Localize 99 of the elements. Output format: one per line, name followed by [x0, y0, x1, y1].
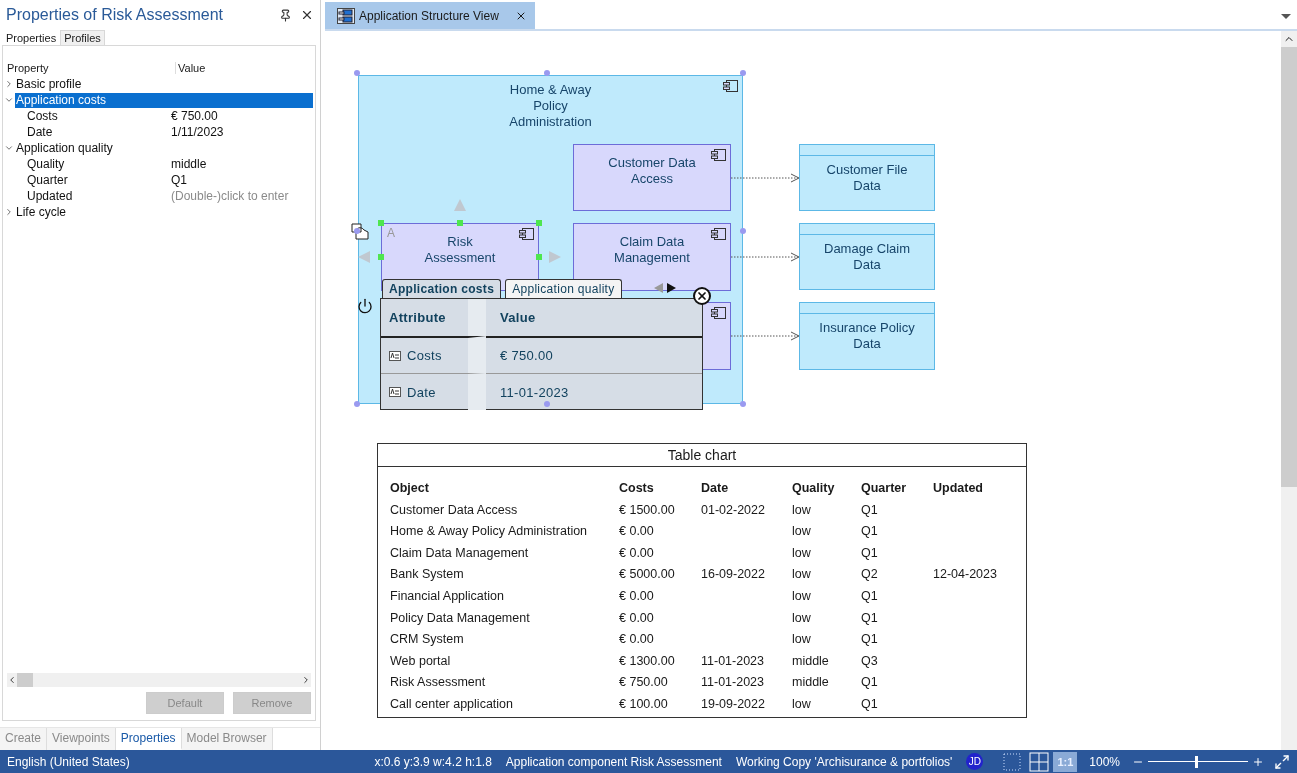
table-cell-text: € 100.00: [619, 695, 669, 713]
table-cell-text: low: [792, 566, 812, 584]
component-node[interactable]: Customer Data Access: [573, 144, 731, 211]
geometry-status: x:0.6 y:3.9 w:4.2 h:1.8: [374, 754, 492, 769]
property-value: 1/11/2023: [171, 125, 224, 139]
table-cell-text: Q3: [861, 652, 879, 670]
property-placeholder[interactable]: (Double-)click to enter: [171, 189, 289, 203]
column-header: Value: [175, 62, 278, 74]
table-cell-text: Financial Application: [390, 587, 505, 605]
table-cell-text: Home & Away Policy Administration: [390, 523, 589, 541]
node-label: Risk Assessment: [423, 234, 497, 266]
table-cell-text: low: [792, 695, 812, 713]
table-cell-text: € 0.00: [619, 631, 655, 649]
property-value: middle: [171, 157, 207, 171]
table-cell-text: low: [792, 523, 812, 541]
table-cell-text: Policy Data Management: [390, 609, 531, 627]
table-cell-text: 01-02-2022: [701, 501, 766, 519]
data-object-node[interactable]: Insurance Policy Data: [799, 302, 935, 370]
table-cell-text: Q1: [861, 674, 879, 692]
column-header: Date: [701, 480, 730, 497]
column-header: Quarter: [861, 480, 908, 497]
table-cell-text: Risk Assessment: [390, 674, 487, 692]
column-header: Quality: [792, 480, 836, 497]
working-copy-status: Working Copy 'Archisurance & portfolios': [735, 754, 953, 769]
table-cell-text: Q1: [861, 501, 879, 519]
table-cell-text: Q1: [861, 587, 879, 605]
data-object-node[interactable]: Customer File Data: [799, 144, 935, 211]
property-value: € 750.00: [171, 109, 218, 123]
table-cell-text: Bank System: [390, 566, 465, 584]
table-cell-text: 16-09-2022: [701, 566, 766, 584]
column-header: Updated: [933, 480, 984, 497]
table-cell-text: € 1500.00: [619, 501, 676, 519]
column-header: Property: [7, 62, 50, 74]
zoom-level: 100%: [1089, 754, 1120, 769]
attribute-name: Date: [407, 384, 436, 400]
document-tab[interactable]: Application Structure View: [325, 2, 535, 29]
table-cell-text: Q2: [861, 566, 879, 584]
node-label: Damage Claim Data: [823, 240, 911, 273]
column-header: Object: [390, 480, 430, 497]
node-label: Customer Data Access: [607, 154, 697, 187]
property-name[interactable]: Quarter: [15, 172, 171, 188]
tree-item[interactable]: Basic profile: [15, 76, 313, 92]
table-cell-text: Q1: [861, 695, 879, 713]
tree-item[interactable]: Application costs: [15, 92, 313, 108]
table-cell-text: low: [792, 631, 812, 649]
table-cell-text: Q1: [861, 523, 879, 541]
popup-tab[interactable]: Application quality: [505, 279, 622, 298]
property-name[interactable]: Updated: [15, 188, 171, 204]
property-name[interactable]: Date: [15, 124, 171, 140]
node-label: Claim Data Management: [613, 234, 691, 266]
table-cell-text: 11-01-2023: [701, 674, 765, 692]
property-name[interactable]: Costs: [15, 108, 171, 124]
property-value: Q1: [171, 173, 187, 187]
table-cell-text: 19-09-2022: [701, 695, 766, 713]
table-cell-text: Q1: [861, 631, 879, 649]
column-header: Costs: [619, 480, 655, 497]
table-cell-text: CRM System: [390, 631, 465, 649]
language-status: English (United States): [7, 754, 130, 769]
node-label: Insurance Policy Data: [818, 320, 916, 352]
attribute-name: Costs: [407, 348, 442, 363]
table-cell-text: low: [792, 609, 812, 627]
tree-item[interactable]: Application quality: [15, 140, 313, 156]
node-label: Customer File Data: [825, 161, 909, 194]
tab-label: Application Structure View: [359, 8, 499, 23]
table-cell-text: middle: [792, 674, 830, 692]
table-cell-text: middle: [792, 652, 830, 670]
table-cell-text: Customer Data Access: [390, 501, 519, 519]
table-cell-text: € 0.00: [619, 523, 655, 541]
attribute-value: 11-01-2023: [486, 373, 702, 410]
table-cell-text: € 0.00: [619, 609, 655, 627]
panel-title: Properties of Risk Assessment: [6, 6, 224, 24]
table-cell-text: low: [792, 501, 812, 519]
table-cell-text: Q1: [861, 544, 879, 562]
column-header: Attribute: [381, 299, 486, 336]
table-cell-text: € 5000.00: [619, 566, 676, 584]
node-label: Home & Away Policy Administration: [508, 82, 593, 130]
table-cell-text: Call center application: [390, 695, 514, 713]
element-status: Application component Risk Assessment: [505, 754, 722, 769]
table-cell-text: 12-04-2023: [933, 566, 998, 584]
tree-item[interactable]: Life cycle: [15, 204, 313, 220]
column-header: Value: [499, 309, 537, 327]
data-object-node[interactable]: Damage Claim Data: [799, 223, 935, 290]
table-cell-text: Q1: [861, 609, 879, 627]
table-cell-text: Claim Data Management: [390, 544, 530, 562]
panel-tab[interactable]: Profiles: [60, 30, 105, 45]
user-avatar[interactable]: JD: [966, 753, 984, 770]
attribute-value: € 750.00: [486, 336, 702, 373]
property-name[interactable]: Quality: [15, 156, 171, 172]
table-cell-text: low: [792, 544, 812, 562]
table-cell-text: € 1300.00: [619, 652, 676, 670]
node-marker: A: [387, 226, 395, 240]
popup-tab[interactable]: Application costs: [382, 279, 502, 298]
table-cell-text: € 0.00: [619, 544, 655, 562]
table-cell-text: Web portal: [390, 652, 452, 670]
table-cell-text: € 750.00: [619, 674, 669, 692]
table-cell-text: 11-01-2023: [701, 652, 765, 670]
chart-title: Table chart: [378, 444, 1026, 467]
table-cell-text: € 0.00: [619, 587, 655, 605]
table-cell-text: low: [792, 587, 812, 605]
